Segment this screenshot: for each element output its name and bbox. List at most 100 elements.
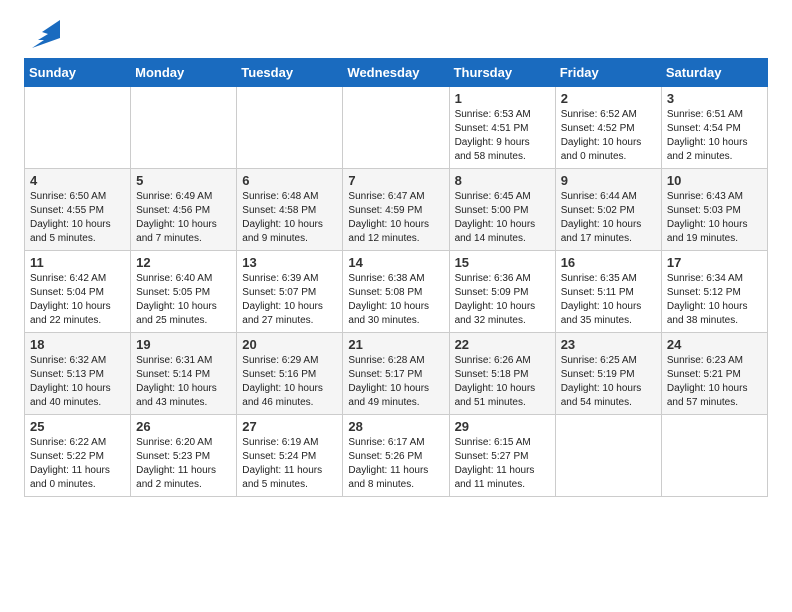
day-number: 27 bbox=[242, 419, 337, 434]
day-number: 28 bbox=[348, 419, 443, 434]
calendar-day-26: 26 Sunrise: 6:20 AM Sunset: 5:23 PM Dayli… bbox=[131, 415, 237, 497]
day-number: 8 bbox=[455, 173, 550, 188]
calendar-day-23: 23Sunrise: 6:25 AM Sunset: 5:19 PM Dayli… bbox=[555, 333, 661, 415]
calendar-week-1: 1Sunrise: 6:53 AM Sunset: 4:51 PM Daylig… bbox=[25, 87, 768, 169]
page-header bbox=[24, 20, 768, 50]
day-number: 24 bbox=[667, 337, 762, 352]
day-number: 3 bbox=[667, 91, 762, 106]
calendar-day-10: 10 Sunrise: 6:43 AM Sunset: 5:03 PM Dayli… bbox=[661, 169, 767, 251]
calendar-day-13: 13 Sunrise: 6:39 AM Sunset: 5:07 PM Dayli… bbox=[237, 251, 343, 333]
day-number: 14 bbox=[348, 255, 443, 270]
day-info: Sunrise: 6:28 AM Sunset: 5:17 PM Dayligh… bbox=[348, 354, 443, 410]
calendar-day-14: 14 Sunrise: 6:38 AM Sunset: 5:08 PM Dayli… bbox=[343, 251, 449, 333]
day-number: 23 bbox=[561, 337, 656, 352]
day-number: 26 bbox=[136, 419, 231, 434]
header-day-sunday: Sunday bbox=[25, 59, 131, 87]
calendar-day-9: 9 Sunrise: 6:44 AM Sunset: 5:02 PM Daylig… bbox=[555, 169, 661, 251]
day-number: 4 bbox=[30, 173, 125, 188]
day-info: Sunrise: 6:42 AM Sunset: 5:04 PM Dayligh… bbox=[30, 272, 125, 328]
day-number: 21 bbox=[348, 337, 443, 352]
calendar-day-2: 2 Sunrise: 6:52 AM Sunset: 4:52 PM Daylig… bbox=[555, 87, 661, 169]
day-info: Sunrise: 6:31 AM Sunset: 5:14 PM Dayligh… bbox=[136, 354, 231, 410]
day-info: Sunrise: 6:52 AM Sunset: 4:52 PM Dayligh… bbox=[561, 108, 656, 164]
calendar-week-5: 25 Sunrise: 6:22 AM Sunset: 5:22 PM Dayli… bbox=[25, 415, 768, 497]
calendar-day-3: 3 Sunrise: 6:51 AM Sunset: 4:54 PM Daylig… bbox=[661, 87, 767, 169]
calendar-header-row: SundayMondayTuesdayWednesdayThursdayFrid… bbox=[25, 59, 768, 87]
calendar-week-4: 18 Sunrise: 6:32 AM Sunset: 5:13 PM Dayli… bbox=[25, 333, 768, 415]
header-day-friday: Friday bbox=[555, 59, 661, 87]
day-number: 29 bbox=[455, 419, 550, 434]
calendar-day-15: 15Sunrise: 6:36 AM Sunset: 5:09 PM Dayli… bbox=[449, 251, 555, 333]
day-info: Sunrise: 6:35 AM Sunset: 5:11 PM Dayligh… bbox=[561, 272, 656, 328]
day-number: 2 bbox=[561, 91, 656, 106]
calendar-empty-cell bbox=[555, 415, 661, 497]
day-info: Sunrise: 6:15 AM Sunset: 5:27 PM Dayligh… bbox=[455, 436, 550, 492]
calendar-week-2: 4 Sunrise: 6:50 AM Sunset: 4:55 PM Daylig… bbox=[25, 169, 768, 251]
calendar-day-5: 5 Sunrise: 6:49 AM Sunset: 4:56 PM Daylig… bbox=[131, 169, 237, 251]
day-number: 16 bbox=[561, 255, 656, 270]
header-day-saturday: Saturday bbox=[661, 59, 767, 87]
day-number: 20 bbox=[242, 337, 337, 352]
calendar-day-21: 21 Sunrise: 6:28 AM Sunset: 5:17 PM Dayli… bbox=[343, 333, 449, 415]
day-info: Sunrise: 6:32 AM Sunset: 5:13 PM Dayligh… bbox=[30, 354, 125, 410]
day-number: 17 bbox=[667, 255, 762, 270]
day-number: 9 bbox=[561, 173, 656, 188]
calendar-day-16: 16 Sunrise: 6:35 AM Sunset: 5:11 PM Dayli… bbox=[555, 251, 661, 333]
day-info: Sunrise: 6:19 AM Sunset: 5:24 PM Dayligh… bbox=[242, 436, 337, 492]
day-info: Sunrise: 6:40 AM Sunset: 5:05 PM Dayligh… bbox=[136, 272, 231, 328]
header-day-monday: Monday bbox=[131, 59, 237, 87]
calendar-day-6: 6Sunrise: 6:48 AM Sunset: 4:58 PM Daylig… bbox=[237, 169, 343, 251]
day-info: Sunrise: 6:51 AM Sunset: 4:54 PM Dayligh… bbox=[667, 108, 762, 164]
header-day-tuesday: Tuesday bbox=[237, 59, 343, 87]
calendar-body: 1Sunrise: 6:53 AM Sunset: 4:51 PM Daylig… bbox=[25, 87, 768, 497]
calendar-day-18: 18 Sunrise: 6:32 AM Sunset: 5:13 PM Dayli… bbox=[25, 333, 131, 415]
calendar-day-24: 24 Sunrise: 6:23 AM Sunset: 5:21 PM Dayli… bbox=[661, 333, 767, 415]
calendar-empty-cell bbox=[25, 87, 131, 169]
calendar-day-29: 29 Sunrise: 6:15 AM Sunset: 5:27 PM Dayli… bbox=[449, 415, 555, 497]
day-number: 1 bbox=[455, 91, 550, 106]
calendar-day-8: 8 Sunrise: 6:45 AM Sunset: 5:00 PM Daylig… bbox=[449, 169, 555, 251]
calendar-day-28: 28 Sunrise: 6:17 AM Sunset: 5:26 PM Dayli… bbox=[343, 415, 449, 497]
day-info: Sunrise: 6:45 AM Sunset: 5:00 PM Dayligh… bbox=[455, 190, 550, 246]
calendar-day-19: 19Sunrise: 6:31 AM Sunset: 5:14 PM Dayli… bbox=[131, 333, 237, 415]
calendar-day-1: 1Sunrise: 6:53 AM Sunset: 4:51 PM Daylig… bbox=[449, 87, 555, 169]
day-number: 13 bbox=[242, 255, 337, 270]
day-info: Sunrise: 6:26 AM Sunset: 5:18 PM Dayligh… bbox=[455, 354, 550, 410]
logo bbox=[24, 20, 64, 50]
day-info: Sunrise: 6:23 AM Sunset: 5:21 PM Dayligh… bbox=[667, 354, 762, 410]
day-info: Sunrise: 6:47 AM Sunset: 4:59 PM Dayligh… bbox=[348, 190, 443, 246]
day-number: 12 bbox=[136, 255, 231, 270]
calendar-day-25: 25 Sunrise: 6:22 AM Sunset: 5:22 PM Dayli… bbox=[25, 415, 131, 497]
day-number: 11 bbox=[30, 255, 125, 270]
calendar-day-7: 7 Sunrise: 6:47 AM Sunset: 4:59 PM Daylig… bbox=[343, 169, 449, 251]
header-day-wednesday: Wednesday bbox=[343, 59, 449, 87]
calendar-empty-cell bbox=[661, 415, 767, 497]
day-info: Sunrise: 6:22 AM Sunset: 5:22 PM Dayligh… bbox=[30, 436, 125, 492]
day-info: Sunrise: 6:43 AM Sunset: 5:03 PM Dayligh… bbox=[667, 190, 762, 246]
calendar-table: SundayMondayTuesdayWednesdayThursdayFrid… bbox=[24, 58, 768, 497]
logo-icon bbox=[24, 20, 60, 50]
calendar-empty-cell bbox=[131, 87, 237, 169]
day-number: 25 bbox=[30, 419, 125, 434]
day-number: 15 bbox=[455, 255, 550, 270]
calendar-empty-cell bbox=[343, 87, 449, 169]
day-info: Sunrise: 6:44 AM Sunset: 5:02 PM Dayligh… bbox=[561, 190, 656, 246]
calendar-day-17: 17 Sunrise: 6:34 AM Sunset: 5:12 PM Dayli… bbox=[661, 251, 767, 333]
day-info: Sunrise: 6:38 AM Sunset: 5:08 PM Dayligh… bbox=[348, 272, 443, 328]
calendar-week-3: 11 Sunrise: 6:42 AM Sunset: 5:04 PM Dayli… bbox=[25, 251, 768, 333]
day-info: Sunrise: 6:29 AM Sunset: 5:16 PM Dayligh… bbox=[242, 354, 337, 410]
day-info: Sunrise: 6:49 AM Sunset: 4:56 PM Dayligh… bbox=[136, 190, 231, 246]
day-info: Sunrise: 6:39 AM Sunset: 5:07 PM Dayligh… bbox=[242, 272, 337, 328]
day-info: Sunrise: 6:34 AM Sunset: 5:12 PM Dayligh… bbox=[667, 272, 762, 328]
day-number: 10 bbox=[667, 173, 762, 188]
day-info: Sunrise: 6:20 AM Sunset: 5:23 PM Dayligh… bbox=[136, 436, 231, 492]
day-info: Sunrise: 6:48 AM Sunset: 4:58 PM Dayligh… bbox=[242, 190, 337, 246]
day-number: 5 bbox=[136, 173, 231, 188]
day-info: Sunrise: 6:17 AM Sunset: 5:26 PM Dayligh… bbox=[348, 436, 443, 492]
day-number: 7 bbox=[348, 173, 443, 188]
day-number: 18 bbox=[30, 337, 125, 352]
calendar-day-12: 12 Sunrise: 6:40 AM Sunset: 5:05 PM Dayli… bbox=[131, 251, 237, 333]
day-number: 22 bbox=[455, 337, 550, 352]
day-info: Sunrise: 6:50 AM Sunset: 4:55 PM Dayligh… bbox=[30, 190, 125, 246]
calendar-day-27: 27 Sunrise: 6:19 AM Sunset: 5:24 PM Dayli… bbox=[237, 415, 343, 497]
